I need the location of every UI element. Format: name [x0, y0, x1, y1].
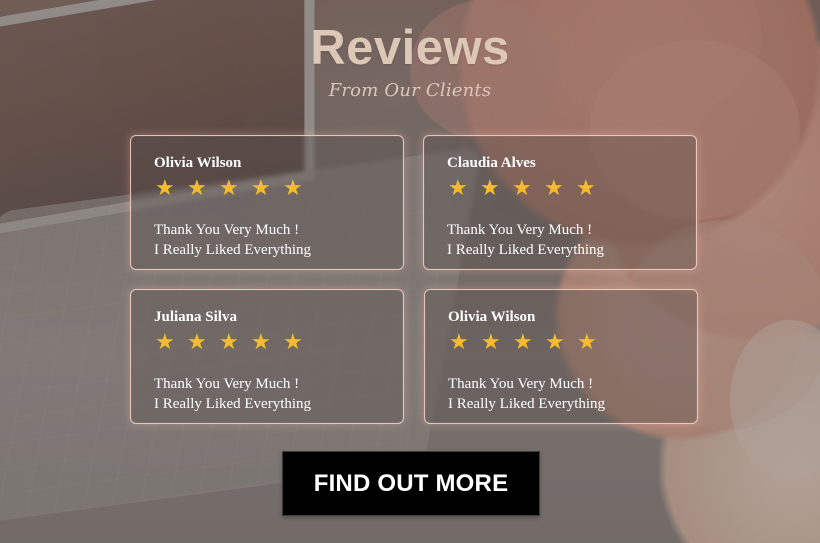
review-line-1: Thank You Very Much !: [448, 376, 594, 392]
star-icon: ★: [283, 330, 303, 355]
star-icon: ★: [480, 176, 500, 201]
review-card: Juliana Silva ★ ★ ★ ★ ★ Thank You Very M…: [130, 289, 404, 424]
review-card: Olivia Wilson ★ ★ ★ ★ ★ Thank You Very M…: [424, 289, 698, 424]
review-line-1: Thank You Very Much !: [447, 222, 593, 238]
reviewer-name: Olivia Wilson: [154, 155, 242, 171]
review-text: Thank You Very Much ! I Really Liked Eve…: [154, 220, 311, 260]
review-line-1: Thank You Very Much !: [154, 222, 300, 238]
review-line-2: I Really Liked Everything: [154, 396, 312, 412]
review-card: Olivia Wilson ★ ★ ★ ★ ★ Thank You Very M…: [130, 135, 404, 270]
star-icon: ★: [251, 330, 271, 355]
star-icon: ★: [448, 176, 468, 201]
star-icon: ★: [187, 330, 207, 355]
star-icon: ★: [512, 176, 532, 201]
star-icon: ★: [513, 330, 533, 355]
page-title: Reviews: [310, 21, 510, 75]
reviewer-name: Olivia Wilson: [448, 309, 536, 325]
star-rating: ★ ★ ★ ★ ★: [448, 178, 598, 200]
star-icon: ★: [187, 176, 207, 201]
star-icon: ★: [155, 176, 175, 201]
star-icon: ★: [155, 330, 175, 355]
reviewer-name: Claudia Alves: [447, 155, 536, 171]
reviewer-name: Juliana Silva: [154, 309, 237, 325]
star-rating: ★ ★ ★ ★ ★: [155, 332, 305, 354]
star-icon: ★: [283, 176, 303, 201]
review-text: Thank You Very Much ! I Really Liked Eve…: [447, 220, 604, 260]
review-text: Thank You Very Much ! I Really Liked Eve…: [448, 374, 605, 414]
review-line-1: Thank You Very Much !: [154, 376, 300, 392]
star-icon: ★: [481, 330, 501, 355]
star-rating: ★ ★ ★ ★ ★: [155, 178, 305, 200]
review-text: Thank You Very Much ! I Really Liked Eve…: [154, 374, 311, 414]
star-icon: ★: [577, 330, 597, 355]
find-out-more-button[interactable]: FIND OUT MORE: [282, 451, 540, 516]
review-line-2: I Really Liked Everything: [448, 396, 606, 412]
star-icon: ★: [449, 330, 469, 355]
star-icon: ★: [219, 176, 239, 201]
star-icon: ★: [219, 330, 239, 355]
star-icon: ★: [545, 330, 565, 355]
reviews-section: Reviews From Our Clients Olivia Wilson ★…: [0, 0, 820, 543]
review-line-2: I Really Liked Everything: [154, 242, 312, 258]
review-line-2: I Really Liked Everything: [447, 242, 605, 258]
star-icon: ★: [576, 176, 596, 201]
star-icon: ★: [544, 176, 564, 201]
review-card: Claudia Alves ★ ★ ★ ★ ★ Thank You Very M…: [423, 135, 697, 270]
page-subtitle: From Our Clients: [328, 80, 492, 101]
star-rating: ★ ★ ★ ★ ★: [449, 332, 599, 354]
star-icon: ★: [251, 176, 271, 201]
